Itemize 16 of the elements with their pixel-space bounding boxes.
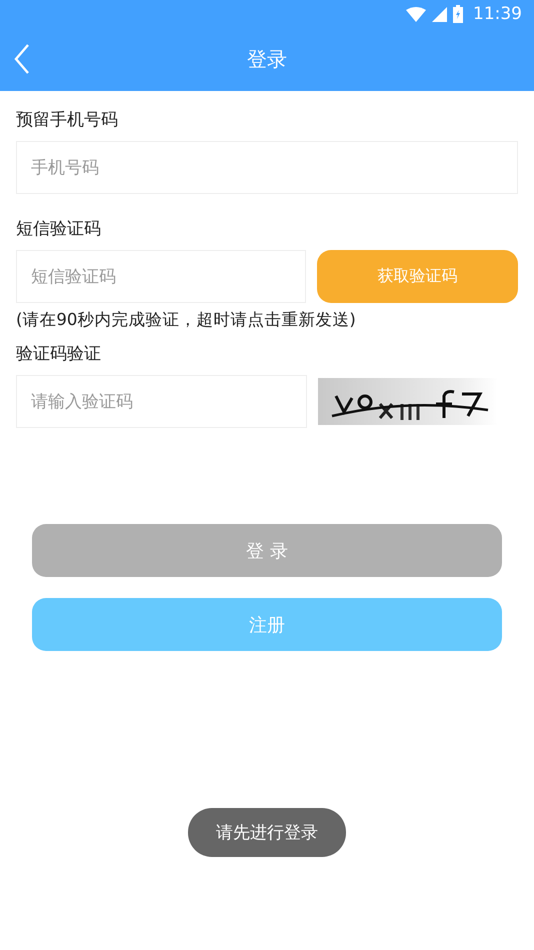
signal-icon	[432, 6, 447, 22]
field-label: 预留手机号码	[16, 109, 119, 131]
back-icon[interactable]	[14, 44, 30, 74]
captcha-field[interactable]: 请输入验证码	[16, 375, 307, 428]
page-title: 登录	[247, 46, 287, 73]
get-code-button[interactable]: 获取验证码	[317, 250, 518, 303]
hint-text: (请在90秒内完成验证，超时请点击重新发送)	[16, 309, 357, 331]
status-time: 11:39	[473, 4, 522, 24]
field-label: 验证码验证	[16, 343, 102, 365]
wifi-icon	[406, 6, 426, 22]
sms-code-field[interactable]: 短信验证码	[16, 250, 306, 303]
action-button[interactable]: 注册	[32, 598, 502, 651]
battery-icon	[453, 5, 463, 23]
phone-field[interactable]: 手机号码	[16, 141, 518, 194]
field-label: 短信验证码	[16, 218, 102, 240]
toast-message: 请先进行登录	[188, 808, 346, 857]
